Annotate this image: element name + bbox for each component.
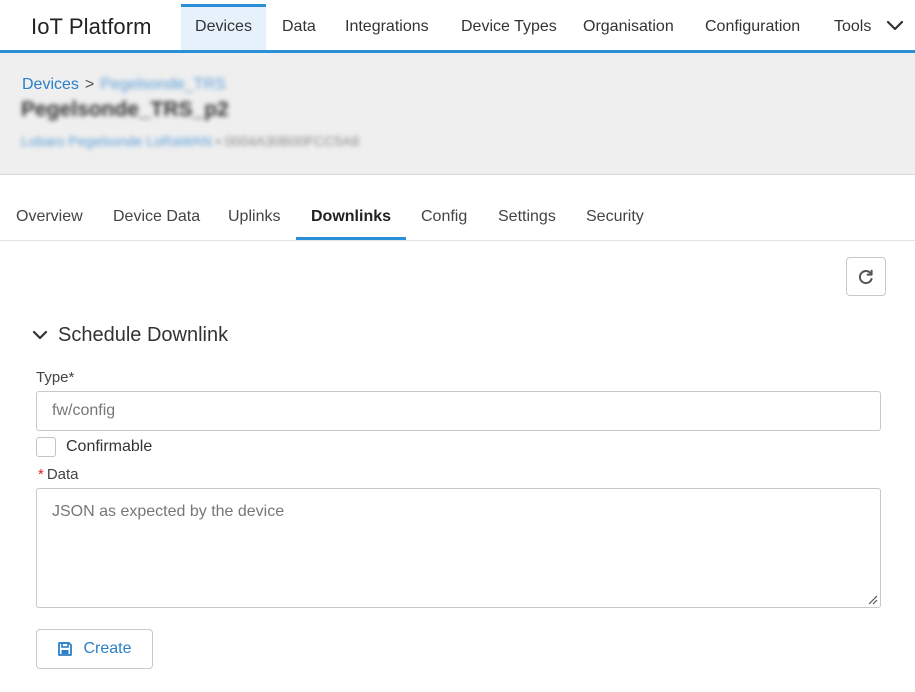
tab-uplinks[interactable]: Uplinks — [228, 208, 280, 226]
breadcrumb-devices-link[interactable]: Devices — [22, 76, 79, 93]
device-subtitle: Lobaro Pegelsonde LoRaWAN • 0004A30B00FC… — [21, 133, 359, 149]
refresh-button[interactable] — [846, 257, 886, 296]
save-icon — [58, 642, 73, 656]
refresh-icon — [858, 269, 873, 284]
device-tabs: Overview Device Data Uplinks Downlinks C… — [0, 176, 915, 241]
create-button[interactable]: Create — [36, 629, 153, 669]
section-title: Schedule Downlink — [58, 323, 229, 346]
type-label: Type* — [36, 369, 75, 386]
tab-downlinks[interactable]: Downlinks — [311, 208, 391, 226]
nav-item-tools[interactable]: Tools — [834, 4, 871, 50]
nav-item-configuration[interactable]: Configuration — [705, 4, 800, 50]
tab-device-data[interactable]: Device Data — [113, 208, 200, 226]
tab-security[interactable]: Security — [586, 208, 644, 226]
type-input[interactable] — [36, 391, 881, 431]
device-eui: 0004A30B00FCC5A8 — [224, 133, 360, 149]
confirmable-label[interactable]: Confirmable — [66, 438, 152, 456]
device-subtitle-separator: • — [215, 133, 221, 149]
data-label: Data — [46, 466, 79, 483]
breadcrumb-separator: > — [84, 76, 95, 93]
breadcrumb: Devices > Pegelsonde_TRS — [22, 76, 226, 94]
chevron-down-icon — [32, 330, 48, 340]
nav-item-devices[interactable]: Devices — [181, 4, 266, 50]
nav-item-organisation[interactable]: Organisation — [583, 4, 674, 50]
tab-config[interactable]: Config — [421, 208, 467, 226]
data-label-wrapper: * Data — [38, 466, 79, 483]
chevron-down-icon[interactable] — [885, 16, 905, 36]
app-title[interactable]: IoT Platform — [31, 14, 152, 40]
device-type-link[interactable]: Lobaro Pegelsonde LoRaWAN — [21, 133, 212, 149]
resize-handle-icon[interactable] — [866, 593, 878, 605]
nav-item-data[interactable]: Data — [282, 4, 316, 50]
confirmable-checkbox[interactable] — [36, 437, 56, 457]
create-button-label: Create — [83, 640, 132, 657]
device-header: Devices > Pegelsonde_TRS Pegelsonde_TRS_p2… — [0, 53, 915, 175]
nav-item-device-types[interactable]: Device Types — [461, 4, 557, 50]
breadcrumb-current-link[interactable]: Pegelsonde_TRS — [100, 76, 225, 93]
active-tab-indicator — [296, 237, 406, 240]
data-textarea[interactable] — [36, 488, 881, 608]
schedule-downlink-toggle[interactable]: Schedule Downlink — [32, 322, 228, 348]
tab-settings[interactable]: Settings — [498, 208, 556, 226]
required-marker: * — [38, 466, 44, 483]
tab-overview[interactable]: Overview — [16, 208, 83, 226]
device-title: Pegelsonde_TRS_p2 — [21, 98, 229, 121]
nav-item-integrations[interactable]: Integrations — [345, 4, 429, 50]
top-nav-bar: IoT Platform Devices Data Integrations D… — [0, 0, 915, 53]
